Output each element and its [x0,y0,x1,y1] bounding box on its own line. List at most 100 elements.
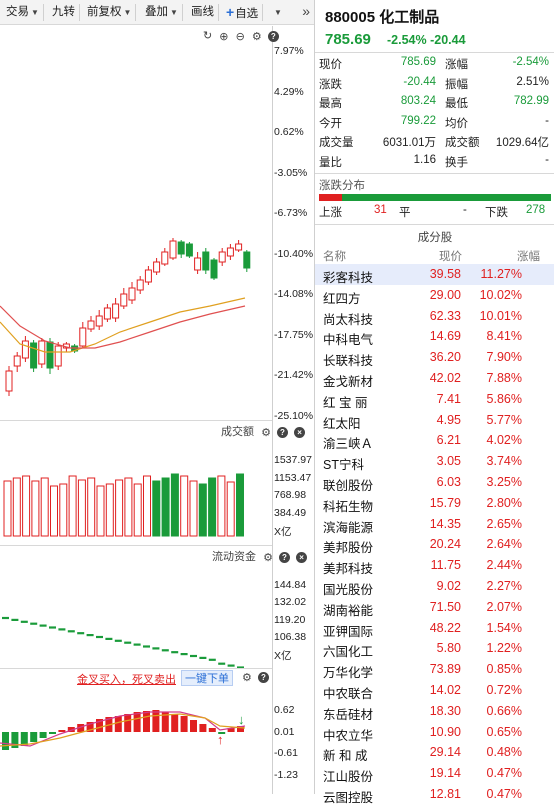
kline-candle [185,243,193,257]
overlay-menu[interactable]: 叠加 ▼ [141,4,183,21]
constituent-row[interactable]: 江山股份 19.14 0.47% [315,763,554,784]
constituent-row[interactable]: 尚太科技 62.33 10.01% [315,306,554,327]
one-click-order-button[interactable]: 一键下单 [181,670,233,686]
constituent-name: 彩客科技 [323,271,374,285]
panel-divider [0,545,272,546]
constituent-row[interactable]: 国光股份 9.02 2.27% [315,576,554,597]
settings-icon[interactable]: ⚙ [263,551,273,564]
help-icon[interactable]: ? [279,551,290,563]
constituent-row[interactable]: 金戈新材 42.02 7.88% [315,368,554,389]
constituent-price: 20.24 [429,537,461,552]
stock-price: 785.69 [325,31,371,48]
distribution-counts: 上涨 31 平 - 下跌 278 [319,204,546,219]
more-icon[interactable]: » [302,3,310,19]
constituent-name: 湖南裕能 [323,603,374,618]
constituent-name: 联创股份 [323,479,374,493]
constituent-row[interactable]: 六国化工 5.80 1.22% [315,638,554,659]
constituent-row[interactable]: 中科电气 14.69 8.41% [315,326,554,347]
settings-icon[interactable]: ⚙ [261,426,271,439]
constituent-name: 中科电气 [323,333,374,348]
settings-icon[interactable]: ⚙ [242,671,252,684]
constituent-price: 42.02 [429,371,461,385]
kline-candle [161,251,169,265]
kline-candle [218,251,226,263]
kline-candle [38,340,46,365]
stock-change: -2.54% -20.44 [387,33,466,47]
axis-tick-label: -10.40% [274,247,314,260]
constituent-row[interactable]: 中农联合 14.02 0.72% [315,680,554,701]
quote-value: 782.99 [513,95,549,107]
constituent-pct: 0.47% [486,787,522,801]
volume-bar [133,483,142,537]
constituent-name: 中农联合 [323,687,374,701]
constituent-row[interactable]: 红太阳 4.95 5.77% [315,410,554,431]
axis-tick-label: 1537.97 [274,454,312,466]
adjust-menu[interactable]: 前复权 ▼ [83,4,137,21]
axis-tick-label: -1.23 [274,768,298,781]
constituent-price: 10.90 [429,724,461,739]
buy-arrow-icon: ↑ [217,732,224,747]
quote-label: 最高 [319,98,342,110]
constituent-row[interactable]: 红 宝 丽 7.41 5.86% [315,389,554,410]
close-icon[interactable]: × [294,426,306,438]
quote-value: 1.16 [413,153,436,166]
constituent-name: 红 宝 丽 [323,395,368,410]
constituent-row[interactable]: 美邦科技 11.75 2.44% [315,555,554,576]
quote-label: 成交额 [445,137,480,149]
macd-bar [49,732,56,734]
quote-label: 现价 [319,59,342,71]
constituent-name: ST宁科 [323,458,364,473]
panel-divider [0,668,272,669]
volume-bar [115,479,124,537]
macd-bar [180,716,188,732]
constituent-row[interactable]: 美邦股份 20.24 2.64% [315,534,554,555]
constituent-name: 江山股份 [323,770,374,785]
constituent-row[interactable]: 湖南裕能 71.50 2.07% [315,597,554,618]
constituent-row[interactable]: 红四方 29.00 10.02% [315,285,554,306]
quote-value: -2.54% [512,56,549,68]
watchlist-dropdown[interactable]: ▼ [268,4,286,21]
constituent-row[interactable]: 中农立华 10.90 0.65% [315,722,554,743]
draw-button[interactable]: 画线 [187,4,219,21]
constituent-price: 6.03 [436,475,461,489]
constituent-row[interactable]: 云图控股 12.81 0.47% [315,784,554,805]
constituent-row[interactable]: 新 和 成 29.14 0.48% [315,742,554,763]
constituent-name: 长联科技 [323,354,374,369]
constituent-name: 美邦股份 [323,541,374,556]
constituent-row[interactable]: 万华化学 73.89 0.85% [315,659,554,680]
macd-bar [39,732,47,738]
strategy-link[interactable]: 金叉买入，死叉卖出 [77,671,176,687]
quote-value: 2.51% [516,75,549,88]
constituent-pct: 0.48% [486,745,522,760]
trade-menu[interactable]: 交易 ▼ [2,4,44,21]
volume-bar [50,485,58,537]
constituent-row[interactable]: 亚钾国际 48.22 1.54% [315,618,554,639]
volume-header: 成交额 ⚙ ? × [221,423,306,439]
constituent-pct: 5.77% [486,412,522,427]
constituent-name: 中农立华 [323,728,374,743]
ma-line-long [0,305,246,349]
close-icon[interactable]: × [296,551,308,563]
constituent-row[interactable]: 东岳硅材 18.30 0.66% [315,701,554,722]
nine-turn-button[interactable]: 九转 [48,4,80,21]
macd-bar [58,730,66,732]
constituent-pct: 3.25% [486,475,522,489]
volume-bar [31,480,40,537]
constituent-row[interactable]: 联创股份 6.03 3.25% [315,472,554,493]
volume-bar [12,477,21,537]
volume-bar [217,475,226,537]
add-watchlist-button[interactable]: +自选 [222,4,264,21]
constituent-row[interactable]: 科拓生物 15.79 2.80% [315,493,554,514]
constituent-pct: 11.27% [480,267,522,281]
help-icon[interactable]: ? [277,426,288,438]
constituent-row[interactable]: 滨海能源 14.35 2.65% [315,514,554,535]
axis-tick-label: -17.75% [274,328,314,341]
constituent-row[interactable]: 长联科技 36.20 7.90% [315,347,554,368]
kline-candle [21,340,29,359]
constituent-row[interactable]: ST宁科 3.05 3.74% [315,451,554,472]
quote-label: 成交量 [319,137,354,149]
help-icon[interactable]: ? [257,672,269,683]
kline-candle [5,370,13,392]
constituent-row[interactable]: 渝三峡Ａ 6.21 4.02% [315,430,554,451]
constituent-row[interactable]: 彩客科技 39.58 11.27% [315,264,554,285]
